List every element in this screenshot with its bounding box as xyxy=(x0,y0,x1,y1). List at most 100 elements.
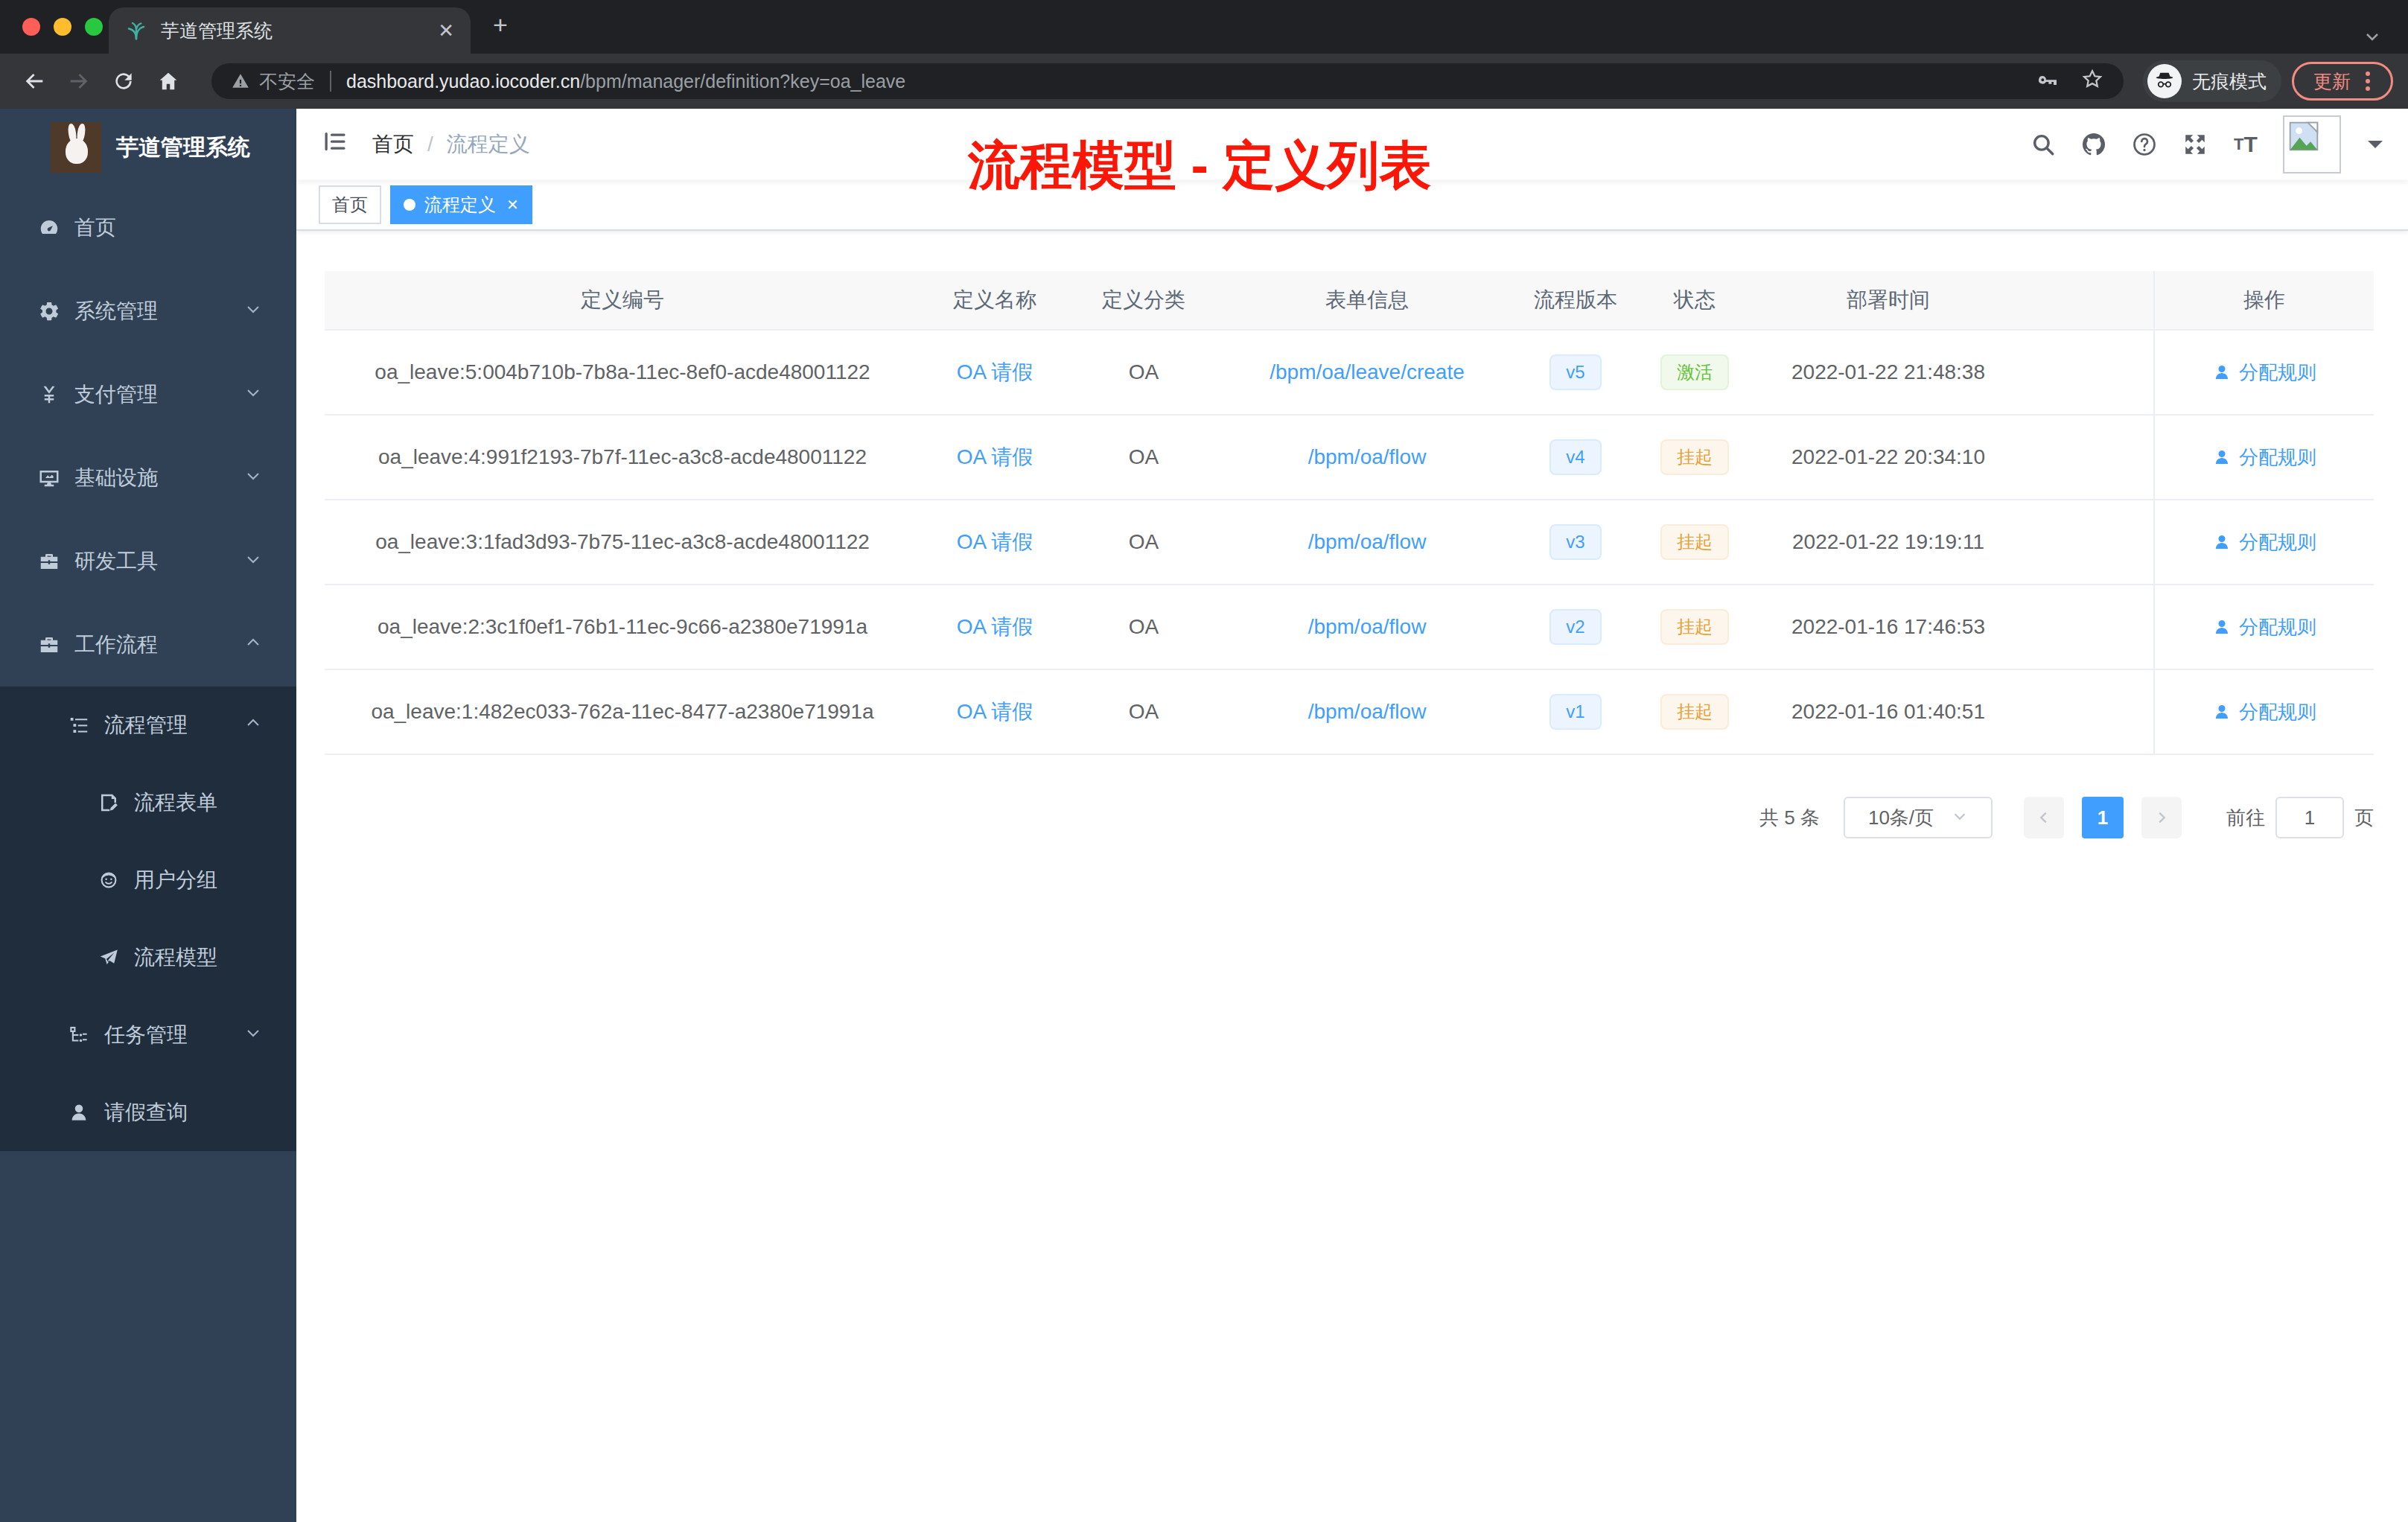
definition-name-link[interactable]: OA 请假 xyxy=(957,530,1033,553)
back-button[interactable] xyxy=(12,60,57,102)
column-header-状态: 状态 xyxy=(1635,286,1754,314)
password-key-icon[interactable] xyxy=(2036,67,2060,95)
chevron-down-icon xyxy=(244,383,262,407)
maximize-window-button[interactable] xyxy=(85,18,103,36)
cell-deploy-time: 2022-01-16 01:40:51 xyxy=(1754,700,2022,724)
sidebar-item-系统管理[interactable]: 系统管理 xyxy=(0,270,296,353)
tag-close-icon[interactable]: ✕ xyxy=(506,196,519,214)
sidebar-item-基础设施[interactable]: 基础设施 xyxy=(0,436,296,520)
close-window-button[interactable] xyxy=(22,18,40,36)
tab-close-icon[interactable]: ✕ xyxy=(438,19,454,42)
sidebar-item-任务管理[interactable]: 任务管理 xyxy=(0,996,296,1074)
cell-actions[interactable]: 分配规则 xyxy=(2153,670,2374,754)
forward-button[interactable] xyxy=(57,60,101,102)
definition-name-link[interactable]: OA 请假 xyxy=(957,700,1033,723)
assign-rule-link[interactable]: 分配规则 xyxy=(2212,529,2316,555)
search-icon[interactable] xyxy=(2030,132,2057,157)
assign-rule-link[interactable]: 分配规则 xyxy=(2212,360,2316,386)
reload-button[interactable] xyxy=(101,60,146,102)
cell-definition-name[interactable]: OA 请假 xyxy=(920,358,1069,386)
form-link[interactable]: /bpm/oa/flow xyxy=(1308,700,1427,723)
bookmark-star-icon[interactable] xyxy=(2080,67,2104,95)
view-tag-首页[interactable]: 首页 xyxy=(319,185,381,224)
definition-name-link[interactable]: OA 请假 xyxy=(957,445,1033,468)
cell-definition-name[interactable]: OA 请假 xyxy=(920,443,1069,471)
security-label: 不安全 xyxy=(259,69,315,94)
chevron-up-icon xyxy=(244,633,262,657)
github-icon[interactable] xyxy=(2080,130,2107,159)
new-tab-button[interactable]: + xyxy=(493,10,508,39)
font-size-icon[interactable]: TT xyxy=(2232,132,2259,157)
sidebar: 芋道管理系统 首页系统管理支付管理基础设施研发工具工作流程流程管理流程表单用户分… xyxy=(0,109,296,1522)
cell-form-info[interactable]: /bpm/oa/flow xyxy=(1218,700,1516,724)
browser-tab[interactable]: 芋道管理系统 ✕ xyxy=(109,7,471,54)
cell-actions[interactable]: 分配规则 xyxy=(2153,585,2374,669)
sidebar-item-流程表单[interactable]: 流程表单 xyxy=(0,764,296,841)
user-icon xyxy=(2212,448,2232,467)
form-link[interactable]: /bpm/oa/flow xyxy=(1308,530,1427,553)
goto-page-input[interactable] xyxy=(2275,797,2344,838)
user-avatar[interactable] xyxy=(2283,115,2341,173)
cell-definition-id: oa_leave:4:991f2193-7b7f-11ec-a3c8-acde4… xyxy=(325,445,920,469)
cell-form-info[interactable]: /bpm/oa/flow xyxy=(1218,615,1516,639)
cell-deploy-time: 2022-01-22 20:34:10 xyxy=(1754,445,2022,469)
sidebar-item-请假查询[interactable]: 请假查询 xyxy=(0,1074,296,1151)
sidebar-logo[interactable]: 芋道管理系统 xyxy=(0,109,296,186)
fullscreen-icon[interactable] xyxy=(2182,132,2208,157)
cell-definition-name[interactable]: OA 请假 xyxy=(920,613,1069,641)
address-bar[interactable]: 不安全 dashboard.yudao.iocoder.cn/bpm/manag… xyxy=(211,63,2124,99)
sidebar-item-支付管理[interactable]: 支付管理 xyxy=(0,353,296,436)
sidebar-menu: 首页系统管理支付管理基础设施研发工具工作流程流程管理流程表单用户分组流程模型任务… xyxy=(0,186,296,1151)
next-page-button[interactable] xyxy=(2141,797,2182,838)
sidebar-collapse-icon[interactable] xyxy=(322,128,348,161)
sidebar-item-label: 研发工具 xyxy=(74,547,158,576)
page-size-select[interactable]: 10条/页 xyxy=(1844,797,1993,838)
column-header-流程版本: 流程版本 xyxy=(1516,286,1635,314)
sidebar-item-工作流程[interactable]: 工作流程 xyxy=(0,603,296,687)
assign-rule-link[interactable]: 分配规则 xyxy=(2212,445,2316,471)
browser-menu-icon[interactable] xyxy=(2366,71,2370,91)
minimize-window-button[interactable] xyxy=(54,18,71,36)
form-link[interactable]: /bpm/oa/flow xyxy=(1308,615,1427,638)
sidebar-item-流程管理[interactable]: 流程管理 xyxy=(0,687,296,764)
cell-definition-name[interactable]: OA 请假 xyxy=(920,528,1069,556)
assign-rule-link[interactable]: 分配规则 xyxy=(2212,614,2316,640)
cell-definition-category: OA xyxy=(1069,615,1218,639)
definition-name-link[interactable]: OA 请假 xyxy=(957,360,1033,383)
sidebar-item-label: 首页 xyxy=(74,214,116,242)
cell-definition-category: OA xyxy=(1069,445,1218,469)
cell-form-info[interactable]: /bpm/oa/leave/create xyxy=(1218,360,1516,384)
home-button[interactable] xyxy=(146,60,191,102)
page-number-1[interactable]: 1 xyxy=(2082,797,2124,838)
help-icon[interactable] xyxy=(2131,131,2158,158)
update-button[interactable]: 更新 xyxy=(2292,62,2393,101)
cell-actions[interactable]: 分配规则 xyxy=(2153,331,2374,414)
column-header-操作: 操作 xyxy=(2153,271,2374,329)
table-row: oa_leave:4:991f2193-7b7f-11ec-a3c8-acde4… xyxy=(325,415,2374,500)
assign-rule-link[interactable]: 分配规则 xyxy=(2212,699,2316,725)
avatar-caret-icon[interactable] xyxy=(2368,141,2383,156)
cell-status: 挂起 xyxy=(1635,524,1754,560)
sidebar-item-流程模型[interactable]: 流程模型 xyxy=(0,919,296,996)
view-tag-流程定义[interactable]: 流程定义✕ xyxy=(390,185,532,224)
form-link[interactable]: /bpm/oa/flow xyxy=(1308,445,1427,468)
cell-actions[interactable]: 分配规则 xyxy=(2153,415,2374,499)
version-badge: v4 xyxy=(1549,439,1601,475)
security-warning[interactable]: 不安全 xyxy=(231,69,315,94)
sidebar-item-首页[interactable]: 首页 xyxy=(0,186,296,270)
sidebar-item-用户分组[interactable]: 用户分组 xyxy=(0,841,296,919)
table-row: oa_leave:5:004b710b-7b8a-11ec-8ef0-acde4… xyxy=(325,331,2374,415)
cell-actions[interactable]: 分配规则 xyxy=(2153,500,2374,584)
cell-form-info[interactable]: /bpm/oa/flow xyxy=(1218,445,1516,469)
sidebar-item-label: 流程表单 xyxy=(134,789,217,817)
sidebar-item-研发工具[interactable]: 研发工具 xyxy=(0,520,296,603)
window-chevron-icon[interactable] xyxy=(2363,24,2381,51)
tree-icon xyxy=(67,1023,91,1047)
cell-definition-name[interactable]: OA 请假 xyxy=(920,698,1069,726)
gear-icon xyxy=(37,299,61,323)
breadcrumb-home[interactable]: 首页 xyxy=(372,130,414,159)
definition-name-link[interactable]: OA 请假 xyxy=(957,615,1033,638)
prev-page-button[interactable] xyxy=(2024,797,2064,838)
cell-form-info[interactable]: /bpm/oa/flow xyxy=(1218,530,1516,554)
form-link[interactable]: /bpm/oa/leave/create xyxy=(1270,360,1465,383)
